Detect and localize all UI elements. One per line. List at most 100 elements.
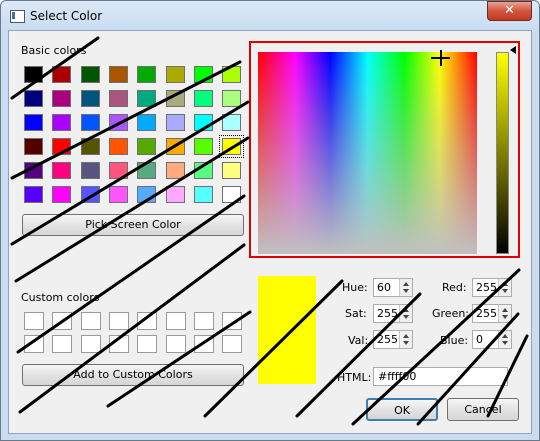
custom-color-swatch[interactable] (193, 312, 214, 330)
basic-color-swatch[interactable] (165, 186, 185, 203)
up-arrow-icon[interactable] (502, 334, 508, 338)
html-label: HTML: (337, 371, 372, 384)
green-spinbox[interactable]: 255 (472, 304, 512, 323)
add-to-custom-colors-button[interactable]: Add to Custom Colors (22, 364, 244, 386)
basic-color-swatch[interactable] (24, 186, 43, 203)
custom-color-swatch[interactable] (137, 312, 158, 330)
custom-color-swatch[interactable] (108, 335, 129, 353)
basic-color-swatch[interactable] (137, 138, 157, 155)
down-arrow-icon[interactable] (502, 315, 508, 319)
hue-saturation-spectrum[interactable] (258, 52, 477, 254)
cancel-button[interactable]: Cancel (447, 398, 519, 421)
hue-stepper[interactable] (399, 279, 412, 296)
html-color-input[interactable]: #ffff00 (373, 367, 508, 386)
custom-color-swatch[interactable] (52, 312, 73, 330)
basic-color-swatch[interactable] (52, 162, 72, 179)
custom-color-swatch[interactable] (222, 335, 243, 353)
basic-color-swatch[interactable] (80, 66, 100, 83)
down-arrow-icon[interactable] (502, 289, 508, 293)
down-arrow-icon[interactable] (403, 315, 409, 319)
red-spinbox[interactable]: 255 (472, 278, 512, 297)
basic-color-swatch[interactable] (193, 186, 213, 203)
basic-color-swatch[interactable] (52, 138, 72, 155)
blue-spinbox[interactable]: 0 (472, 330, 512, 349)
basic-color-swatch[interactable] (80, 186, 100, 203)
basic-color-swatch[interactable] (222, 90, 242, 107)
custom-color-swatch[interactable] (165, 312, 186, 330)
pick-screen-color-button[interactable]: Pick Screen Color (22, 214, 244, 236)
basic-color-swatch[interactable] (52, 66, 72, 83)
down-arrow-icon[interactable] (403, 289, 409, 293)
luminance-slider[interactable] (496, 52, 509, 254)
green-stepper[interactable] (498, 305, 511, 322)
basic-color-swatch[interactable] (137, 186, 157, 203)
val-spinbox[interactable]: 255 (373, 330, 413, 349)
basic-color-swatch[interactable] (193, 66, 213, 83)
slider-arrow-icon[interactable] (510, 46, 516, 54)
sat-spinbox[interactable]: 255 (373, 304, 413, 323)
basic-color-swatch[interactable] (219, 135, 245, 158)
basic-color-swatch[interactable] (193, 114, 213, 131)
basic-color-swatch[interactable] (80, 90, 100, 107)
custom-color-swatch[interactable] (108, 312, 129, 330)
basic-color-swatch[interactable] (108, 162, 128, 179)
title-bar[interactable]: Select Color ✕ (0, 0, 540, 32)
custom-color-swatch[interactable] (193, 335, 214, 353)
basic-color-swatch[interactable] (193, 138, 213, 155)
basic-color-swatch[interactable] (193, 90, 213, 107)
up-arrow-icon[interactable] (403, 282, 409, 286)
up-arrow-icon[interactable] (502, 282, 508, 286)
blue-stepper[interactable] (498, 331, 511, 348)
down-arrow-icon[interactable] (502, 341, 508, 345)
basic-color-swatch[interactable] (80, 114, 100, 131)
basic-color-swatch[interactable] (52, 114, 72, 131)
custom-color-swatch[interactable] (165, 335, 186, 353)
sat-stepper[interactable] (399, 305, 412, 322)
basic-color-swatch[interactable] (24, 138, 43, 155)
up-arrow-icon[interactable] (403, 308, 409, 312)
basic-color-swatch[interactable] (222, 186, 242, 203)
custom-color-swatch[interactable] (222, 312, 243, 330)
close-button[interactable]: ✕ (487, 1, 532, 21)
basic-color-swatch[interactable] (24, 90, 43, 107)
custom-color-swatch[interactable] (137, 335, 158, 353)
down-arrow-icon[interactable] (403, 341, 409, 345)
custom-color-swatch[interactable] (80, 312, 101, 330)
basic-color-swatch[interactable] (24, 162, 43, 179)
basic-color-swatch[interactable] (108, 66, 128, 83)
basic-color-swatch[interactable] (108, 114, 128, 131)
basic-color-swatch[interactable] (193, 162, 213, 179)
basic-color-swatch[interactable] (222, 114, 242, 131)
basic-color-swatch[interactable] (222, 162, 242, 179)
up-arrow-icon[interactable] (403, 334, 409, 338)
hue-spinbox[interactable]: 60 (373, 278, 413, 297)
basic-color-swatch[interactable] (80, 162, 100, 179)
basic-color-swatch[interactable] (108, 186, 128, 203)
up-arrow-icon[interactable] (502, 308, 508, 312)
basic-color-swatch[interactable] (137, 114, 157, 131)
custom-color-swatch[interactable] (24, 312, 44, 330)
basic-color-swatch[interactable] (137, 66, 157, 83)
basic-color-swatch[interactable] (108, 138, 128, 155)
ok-button[interactable]: OK (366, 398, 438, 421)
red-stepper[interactable] (498, 279, 511, 296)
basic-color-swatch[interactable] (137, 162, 157, 179)
basic-color-swatch[interactable] (165, 138, 185, 155)
basic-color-swatch[interactable] (222, 66, 242, 83)
basic-color-swatch[interactable] (165, 90, 185, 107)
val-stepper[interactable] (399, 331, 412, 348)
basic-color-swatch[interactable] (52, 90, 72, 107)
custom-color-swatch[interactable] (80, 335, 101, 353)
basic-color-swatch[interactable] (80, 138, 100, 155)
color-preview (258, 276, 316, 384)
basic-color-swatch[interactable] (24, 66, 43, 83)
basic-color-swatch[interactable] (52, 186, 72, 203)
basic-color-swatch[interactable] (108, 90, 128, 107)
custom-color-swatch[interactable] (24, 335, 44, 353)
basic-color-swatch[interactable] (165, 162, 185, 179)
custom-color-swatch[interactable] (52, 335, 73, 353)
basic-color-swatch[interactable] (165, 114, 185, 131)
basic-color-swatch[interactable] (137, 90, 157, 107)
basic-color-swatch[interactable] (165, 66, 185, 83)
basic-color-swatch[interactable] (24, 114, 43, 131)
